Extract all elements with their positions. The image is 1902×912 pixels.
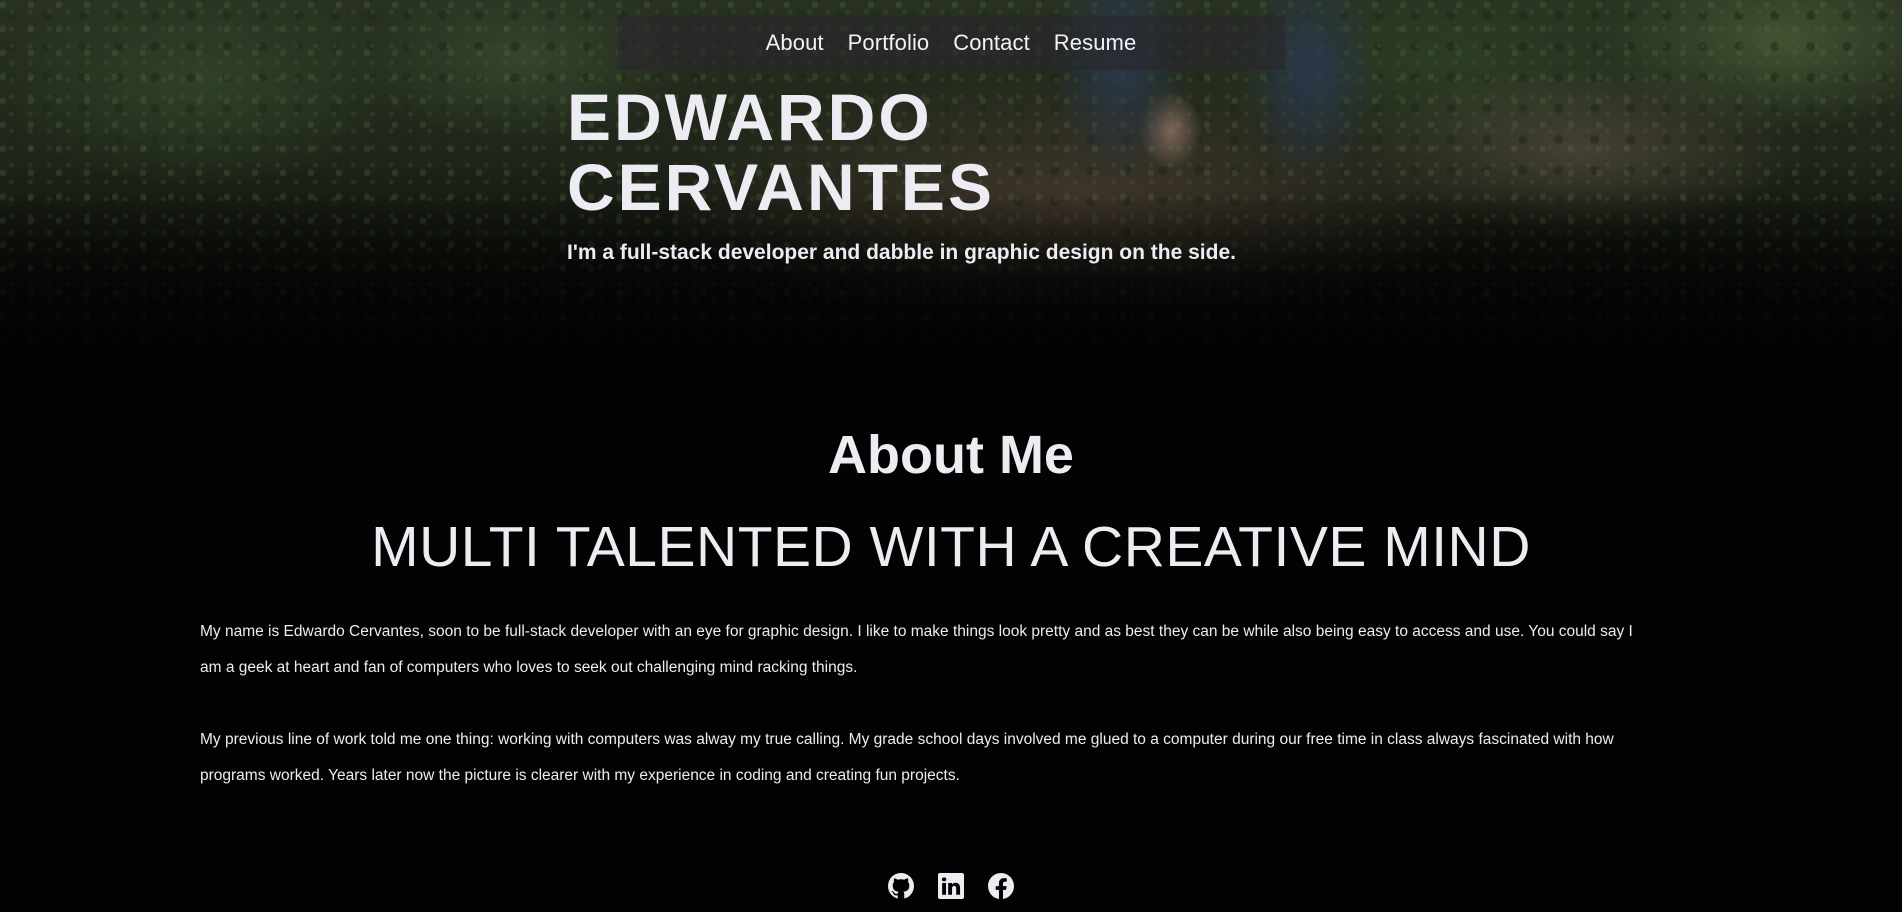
top-nav: About Portfolio Contact Resume bbox=[617, 16, 1285, 70]
nav-link-about[interactable]: About bbox=[766, 30, 824, 56]
about-paragraph-2: My previous line of work told me one thi… bbox=[200, 731, 1614, 784]
about-heading: About Me bbox=[828, 425, 1074, 485]
social-links bbox=[0, 873, 1902, 899]
nav-link-portfolio[interactable]: Portfolio bbox=[848, 30, 930, 56]
github-link[interactable] bbox=[888, 873, 914, 899]
nav-link-contact[interactable]: Contact bbox=[953, 30, 1030, 56]
about-paragraph-1: My name is Edwardo Cervantes, soon to be… bbox=[200, 623, 1633, 676]
linkedin-link[interactable] bbox=[938, 873, 964, 899]
linkedin-icon bbox=[938, 873, 964, 899]
hero-title: EDWARDO CERVANTES bbox=[567, 82, 1267, 222]
hero-title-last-name: CERVANTES bbox=[567, 150, 995, 224]
hero-subtitle: I'm a full-stack developer and dabble in… bbox=[567, 241, 1236, 264]
nav-link-resume[interactable]: Resume bbox=[1054, 30, 1137, 56]
github-icon bbox=[888, 873, 914, 899]
facebook-icon bbox=[988, 873, 1014, 899]
about-body: My name is Edwardo Cervantes, soon to be… bbox=[200, 614, 1640, 830]
hero-title-first-name: EDWARDO bbox=[567, 80, 933, 154]
about-tagline: MULTI TALENTED WITH A CREATIVE MIND bbox=[371, 515, 1531, 579]
facebook-link[interactable] bbox=[988, 873, 1014, 899]
